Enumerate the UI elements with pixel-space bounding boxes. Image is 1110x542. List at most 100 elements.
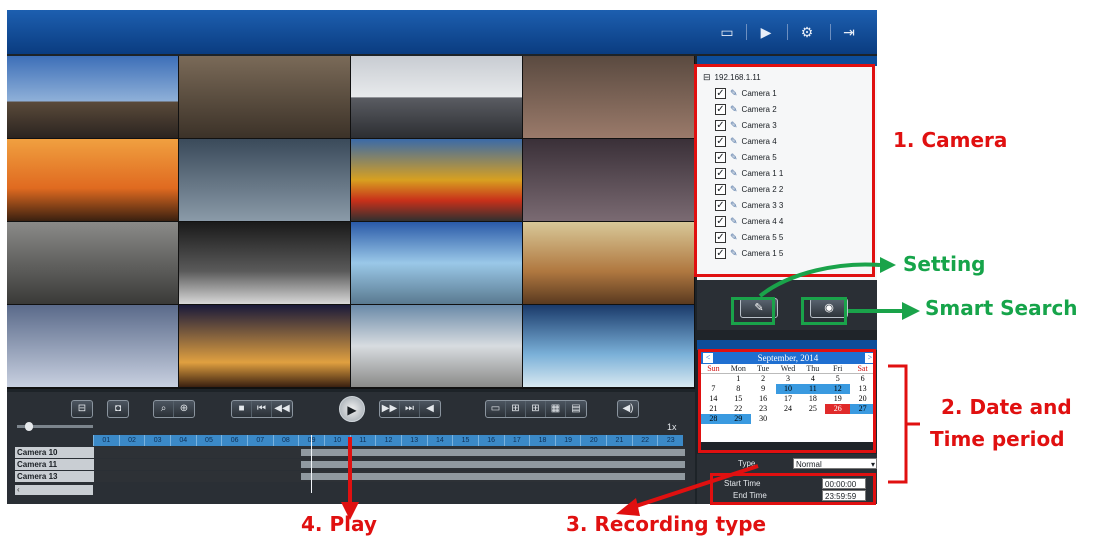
video-tile[interactable] xyxy=(351,139,522,221)
timeline-hour-tick: 23 xyxy=(657,435,683,446)
timeline-row-label: Camera 11 xyxy=(15,459,94,470)
video-tile[interactable] xyxy=(351,56,522,138)
timeline-hour-tick: 03 xyxy=(144,435,170,446)
timeline-hour-tick: 22 xyxy=(631,435,658,446)
video-tile[interactable] xyxy=(7,305,178,387)
type-label: Type xyxy=(738,459,756,468)
rewind-icon[interactable]: ◀◀ xyxy=(272,401,292,417)
timeline-hour-tick: 05 xyxy=(195,435,222,446)
zoom-slider-knob[interactable] xyxy=(25,422,33,431)
exit-icon[interactable]: ⇥ xyxy=(839,22,859,42)
recording-segment[interactable] xyxy=(300,449,685,456)
video-tile[interactable] xyxy=(179,222,350,304)
camera-icon[interactable]: ◘ xyxy=(108,401,128,417)
timeline-hour-tick: 04 xyxy=(169,435,196,446)
horizontal-scrollbar[interactable]: ‹ xyxy=(15,485,93,495)
transport-right-group[interactable]: ▶▶ ⏭ ◀ xyxy=(379,400,441,418)
annotation-date-time-2: Time period xyxy=(930,427,1065,451)
playback-controls: ⊟ ◘ ⌕ ⊕ ■ ⏮ ◀◀ ▶ ▶▶ ⏭ ◀ ▭ ⊞ ⊞ ▦ ▤ ◀) 1x … xyxy=(7,392,695,504)
video-tile[interactable] xyxy=(7,56,178,138)
video-tile[interactable] xyxy=(351,222,522,304)
timeline-hour-tick: 14 xyxy=(426,435,453,446)
timeline-hour-tick: 08 xyxy=(272,435,299,446)
video-tile[interactable] xyxy=(523,139,694,221)
play-box-icon[interactable]: ▶ xyxy=(756,22,776,42)
video-tile[interactable] xyxy=(179,305,350,387)
nine-view-icon[interactable]: ⊞ xyxy=(526,401,546,417)
layout-button-group[interactable]: ⊟ xyxy=(71,400,93,418)
video-tile[interactable] xyxy=(523,222,694,304)
video-tile[interactable] xyxy=(523,56,694,138)
quad-view-icon[interactable]: ⊞ xyxy=(506,401,526,417)
time-highlight-box xyxy=(710,473,876,505)
setting-highlight-box xyxy=(731,297,775,325)
date-time-bracket xyxy=(888,364,908,484)
timeline-hour-tick: 10 xyxy=(323,435,350,446)
timeline-row[interactable]: Camera 11 xyxy=(15,459,685,471)
smart-search-arrowhead xyxy=(902,302,920,320)
annotation-setting: Setting xyxy=(903,252,986,276)
split-icon[interactable]: ⊟ xyxy=(72,401,92,417)
zoom-button-group[interactable]: ⌕ ⊕ xyxy=(153,400,195,418)
video-tile[interactable] xyxy=(523,305,694,387)
annotation-recording-type: 3. Recording type xyxy=(566,512,767,536)
snapshot-button-group[interactable]: ◘ xyxy=(107,400,129,418)
recording-segment[interactable] xyxy=(300,473,685,480)
video-tile[interactable] xyxy=(179,56,350,138)
timeline-row[interactable]: Camera 10 xyxy=(15,447,685,459)
recording-segment[interactable] xyxy=(300,461,685,468)
tools-area: ✎ ◉ xyxy=(697,280,877,330)
toolbar-divider xyxy=(787,24,788,40)
next-icon[interactable]: ⏭ xyxy=(400,401,420,417)
toolbar-divider xyxy=(830,24,831,40)
view-layout-group[interactable]: ▭ ⊞ ⊞ ▦ ▤ xyxy=(485,400,587,418)
annotation-date-time: 2. Date and xyxy=(941,395,1072,419)
video-tile[interactable] xyxy=(7,139,178,221)
video-tile[interactable] xyxy=(179,139,350,221)
timeline-row-track[interactable] xyxy=(94,447,685,458)
setting-arrowhead xyxy=(880,257,896,273)
chevron-down-icon[interactable]: ▾ xyxy=(871,459,875,470)
timeline-row-track[interactable] xyxy=(94,471,685,482)
transport-left-group[interactable]: ■ ⏮ ◀◀ xyxy=(231,400,293,418)
timeline-row-label: Camera 10 xyxy=(15,447,94,458)
type-select[interactable]: Normal ▾ xyxy=(793,458,877,469)
timeline-hour-tick: 15 xyxy=(452,435,478,446)
timeline-hour-tick: 11 xyxy=(349,435,376,446)
sixteen-view-icon[interactable]: ▦ xyxy=(546,401,566,417)
zoom-out-icon[interactable]: ⌕ xyxy=(154,401,174,417)
annotation-camera: 1. Camera xyxy=(893,128,1008,152)
single-view-icon[interactable]: ▭ xyxy=(486,401,506,417)
fast-forward-icon[interactable]: ▶▶ xyxy=(380,401,400,417)
timeline-row-track[interactable] xyxy=(94,459,685,470)
timeline-hour-tick: 06 xyxy=(221,435,247,446)
timeline-row[interactable]: Camera 13 xyxy=(15,471,685,483)
timeline-rows: Camera 10 Camera 11 Camera 13 xyxy=(15,447,685,483)
timeline-hour-tick: 21 xyxy=(606,435,632,446)
gear-icon[interactable]: ⚙ xyxy=(797,22,817,42)
annotation-play: 4. Play xyxy=(301,512,377,536)
type-value: Normal xyxy=(796,460,822,469)
audio-button-group[interactable]: ◀) xyxy=(617,400,639,418)
timeline-row-label: Camera 13 xyxy=(15,471,94,482)
speaker-icon[interactable]: ◀) xyxy=(618,401,638,417)
calendar-highlight-box xyxy=(698,349,876,453)
timeline-hour-tick: 20 xyxy=(580,435,606,446)
timeline-hour-tick: 18 xyxy=(529,435,555,446)
monitor-icon[interactable]: ▭ xyxy=(717,22,737,42)
play-button[interactable]: ▶ xyxy=(339,396,365,422)
video-tile[interactable] xyxy=(351,305,522,387)
previous-icon[interactable]: ⏮ xyxy=(252,401,272,417)
timeline-ruler[interactable]: 0102030405060708091011121314151617181920… xyxy=(93,435,683,446)
stop-icon[interactable]: ■ xyxy=(232,401,252,417)
timeline-cursor[interactable] xyxy=(311,435,312,493)
video-tile[interactable] xyxy=(7,222,178,304)
step-back-icon[interactable]: ◀ xyxy=(420,401,440,417)
timeline-hour-tick: 16 xyxy=(477,435,504,446)
top-toolbar: ▭ ▶ ⚙ ⇥ xyxy=(7,10,877,54)
toolbar-divider xyxy=(746,24,747,40)
camera-highlight-box xyxy=(694,64,875,277)
timeline-hour-tick: 07 xyxy=(246,435,273,446)
sequence-view-icon[interactable]: ▤ xyxy=(566,401,586,417)
zoom-in-icon[interactable]: ⊕ xyxy=(174,401,194,417)
